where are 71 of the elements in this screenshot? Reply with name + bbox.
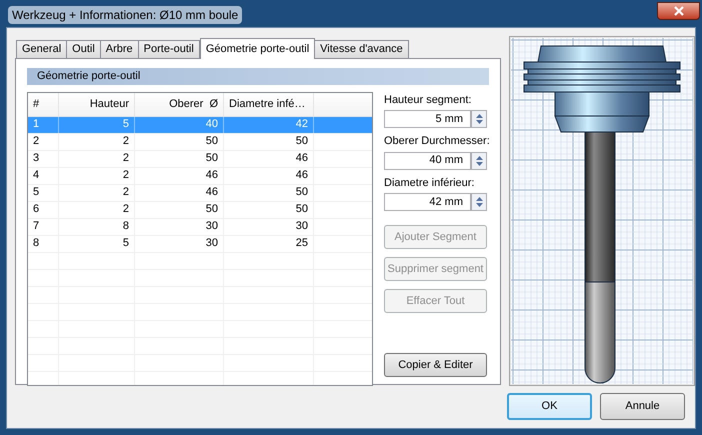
field-label: Oberer Durchmesser:: [384, 134, 489, 149]
tab[interactable]: Géometrie porte-outil: [200, 38, 316, 59]
table-cell: 30: [135, 218, 224, 234]
tab[interactable]: Vitesse d'avance: [314, 40, 409, 58]
table-row[interactable]: 4 2 46 46: [28, 168, 372, 184]
table-cell: 3: [28, 150, 59, 166]
table-cell: 2: [59, 134, 135, 150]
column-header[interactable]: Diametre infé…: [224, 92, 314, 116]
table-cell: 50: [224, 184, 314, 200]
table-cell: 2: [28, 134, 59, 150]
spin-control[interactable]: [471, 193, 487, 211]
table-cell: 30: [135, 236, 224, 252]
copy-edit-button[interactable]: Copier & Editer: [384, 353, 487, 377]
table-cell: 4: [28, 168, 59, 184]
table-cell: 1: [28, 116, 59, 132]
table-cell: 50: [224, 134, 314, 150]
table-cell: 8: [28, 236, 59, 252]
table-cell: 7: [28, 218, 59, 234]
table-row[interactable]: 3 2 50 46: [28, 150, 372, 168]
tab[interactable]: Arbre: [100, 40, 139, 58]
table-cell: 5: [28, 184, 59, 200]
spin-control[interactable]: [471, 110, 487, 128]
field-label: Diametre inférieur:: [384, 176, 476, 190]
window-title: Werkzeug + Informationen: Ø10 mm boule: [8, 6, 242, 24]
dialog-button[interactable]: OK: [507, 393, 592, 420]
table-cell: 5: [59, 236, 135, 252]
tab[interactable]: Outil: [66, 40, 101, 58]
tab[interactable]: Porte-outil: [138, 40, 200, 58]
section-header: Géometrie porte-outil: [27, 68, 489, 84]
table-cell: 6: [28, 202, 59, 218]
field-label: Hauteur segment:: [384, 92, 472, 108]
down-arrow-icon: [476, 120, 482, 124]
table-cell: 25: [224, 236, 314, 252]
table-cell: 46: [135, 184, 224, 200]
table-cell: 50: [135, 150, 224, 166]
table-row[interactable]: 2 2 50 50: [28, 134, 372, 150]
number-field[interactable]: 5 mm: [384, 110, 471, 128]
column-header[interactable]: Hauteur: [59, 92, 135, 116]
table-cell: 42: [224, 116, 314, 132]
up-arrow-icon: [476, 114, 482, 118]
table-cell: 46: [135, 168, 224, 184]
table-cell: 2: [59, 168, 135, 184]
table-cell: 2: [59, 184, 135, 200]
table-row[interactable]: 7 8 30 30: [28, 218, 372, 236]
table-cell: 50: [135, 202, 224, 218]
table-cell: 50: [135, 134, 224, 150]
table-cell: 8: [59, 218, 135, 234]
number-field[interactable]: 40 mm: [384, 152, 471, 170]
dialog-button[interactable]: Annule: [600, 393, 685, 420]
number-field[interactable]: 42 mm: [384, 193, 471, 211]
table-cell: 5: [59, 116, 135, 132]
table-cell: 40: [135, 116, 224, 132]
table-cell: 30: [224, 218, 314, 234]
spin-control[interactable]: [471, 152, 487, 170]
column-header[interactable]: Oberer Ø: [135, 92, 224, 116]
up-arrow-icon: [476, 197, 482, 201]
table-cell: 2: [59, 202, 135, 218]
column-header[interactable]: #: [28, 92, 59, 116]
table-cell: 2: [59, 150, 135, 166]
up-arrow-icon: [476, 156, 482, 160]
close-icon: [674, 6, 684, 16]
table-row[interactable]: 6 2 50 50: [28, 202, 372, 218]
down-arrow-icon: [476, 203, 482, 207]
table-cell: 46: [224, 168, 314, 184]
table-cell: 46: [224, 150, 314, 166]
table-row[interactable]: 8 5 30 25: [28, 236, 372, 252]
table-row[interactable]: 5 2 46 50: [28, 184, 372, 202]
down-arrow-icon: [476, 162, 482, 166]
table-cell: 50: [224, 202, 314, 218]
close-button[interactable]: [657, 2, 700, 20]
tab[interactable]: General: [16, 40, 68, 58]
